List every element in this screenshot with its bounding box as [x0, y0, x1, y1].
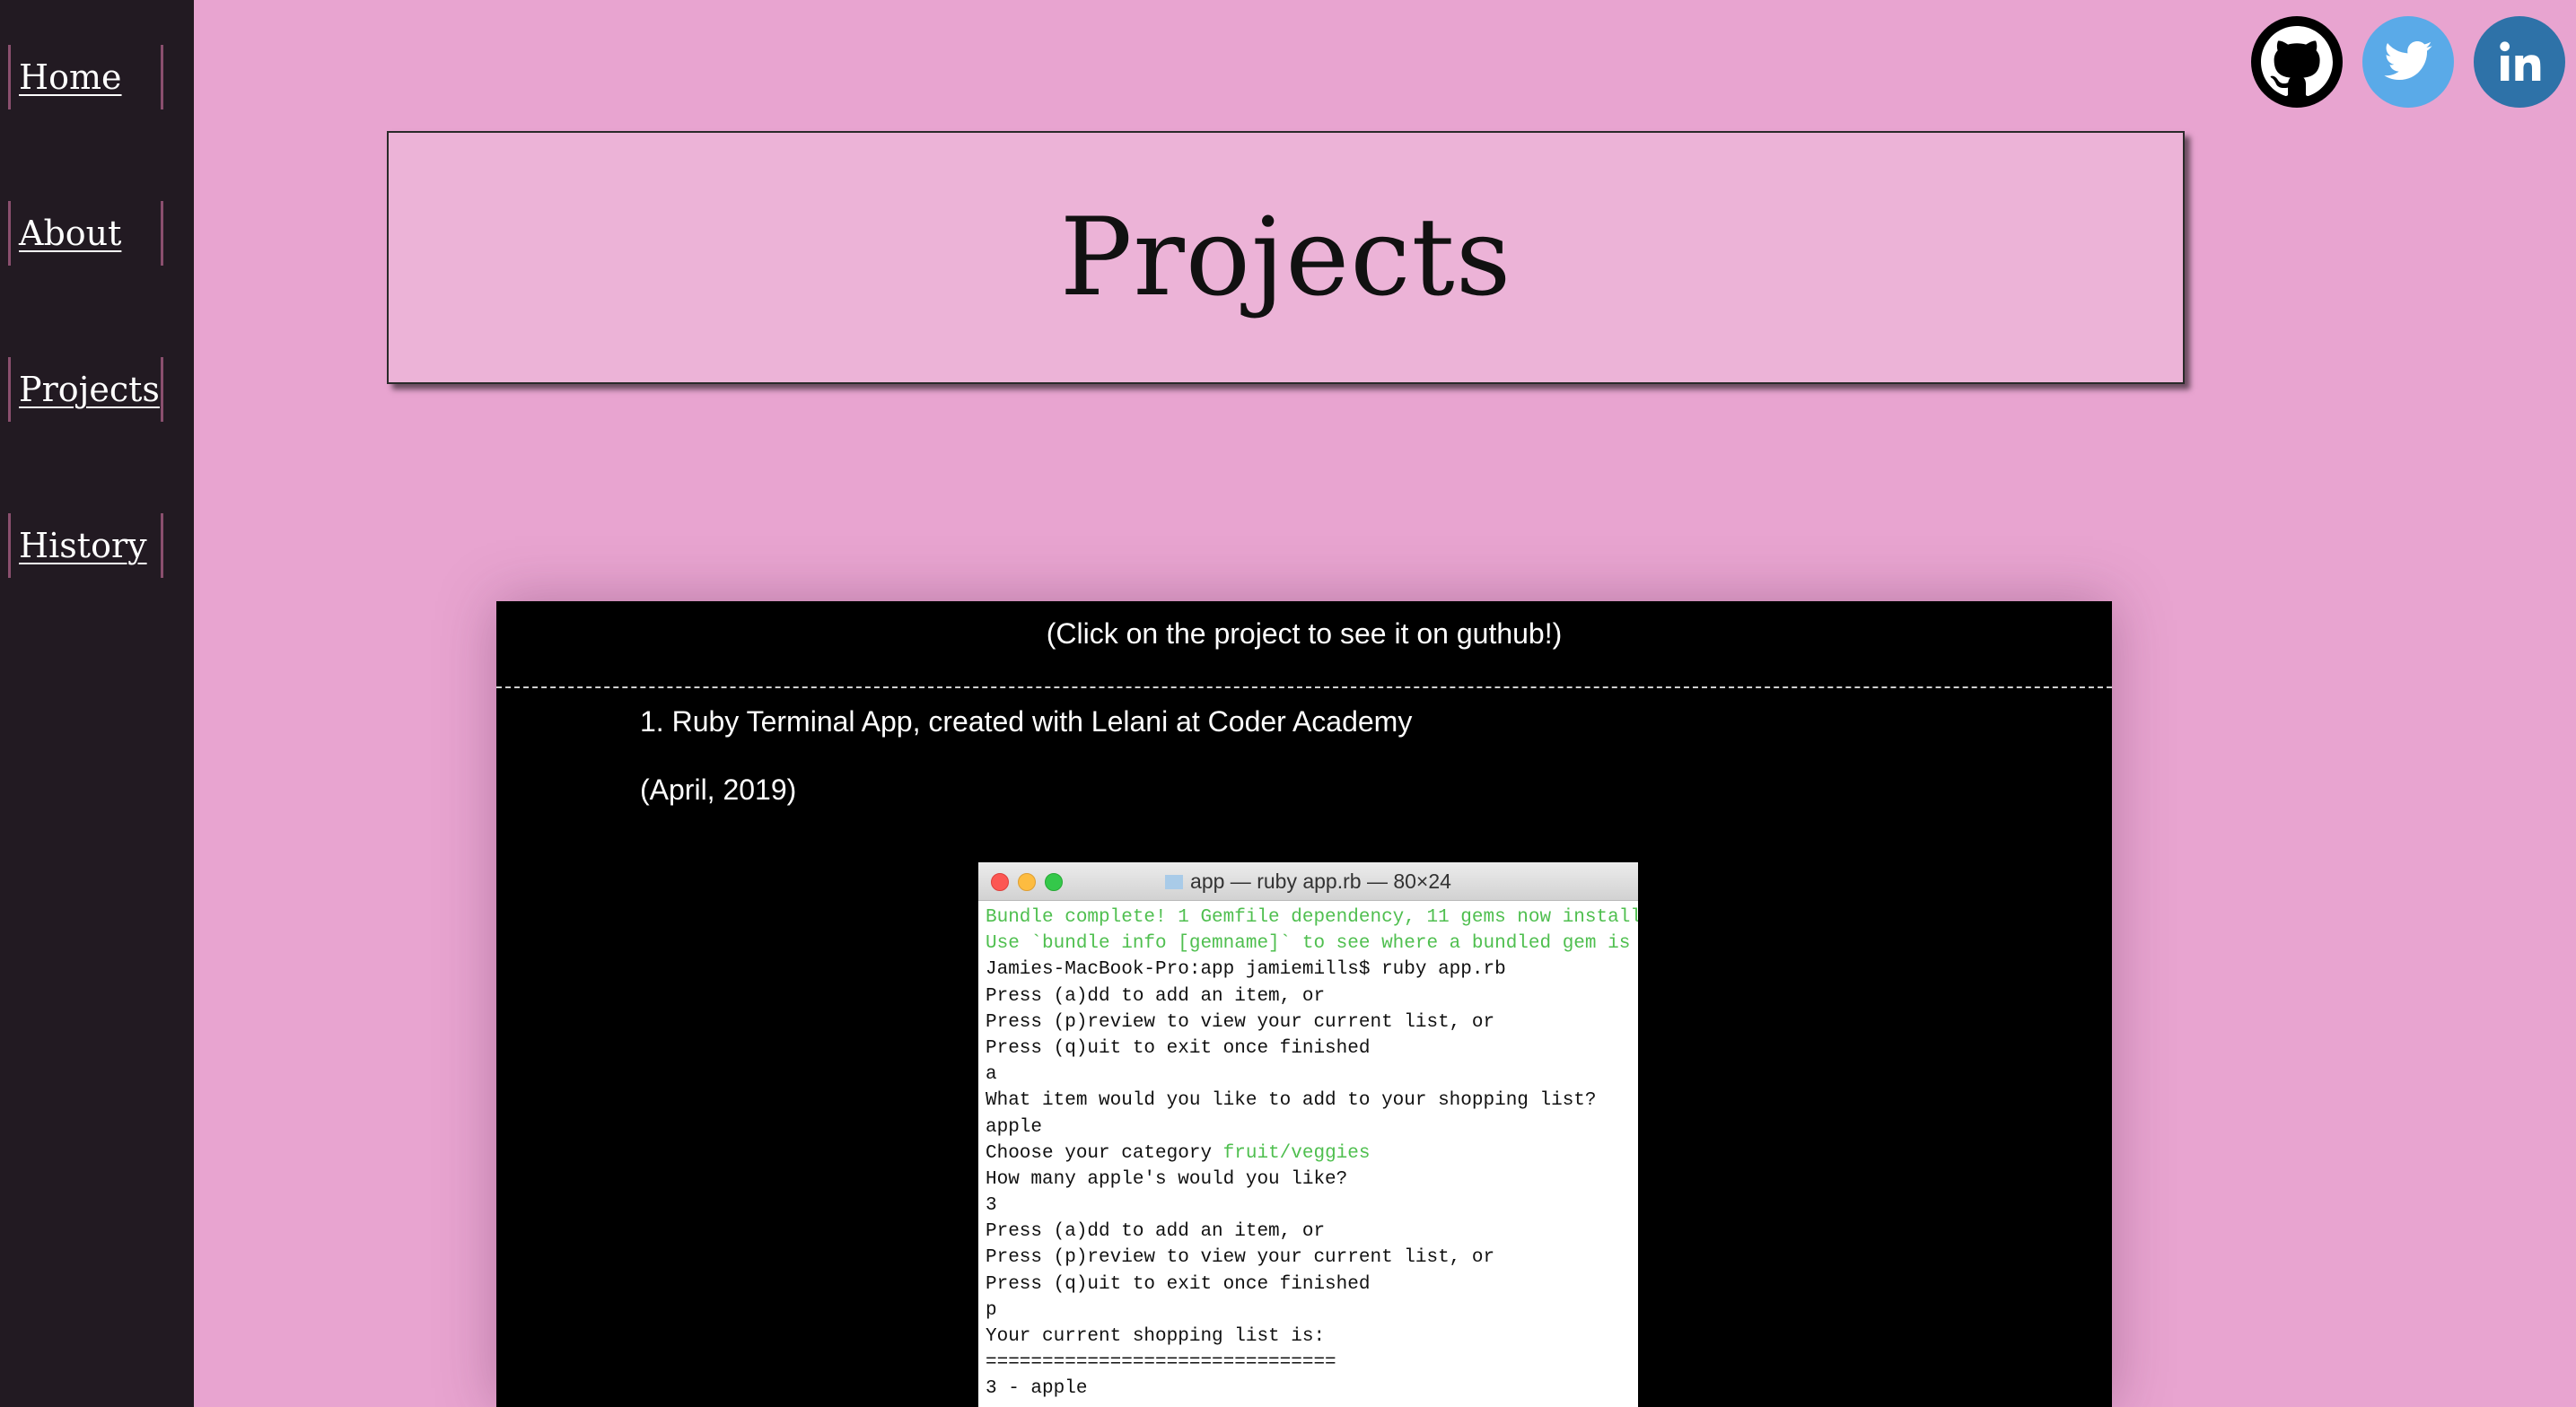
terminal-line-text: Press (a)dd to add an item, or — [986, 985, 1326, 1007]
terminal-line-text: Press (a)dd to add an item, or — [986, 1221, 1326, 1243]
terminal-line-text: =============================== — [986, 1352, 1336, 1374]
terminal-line: Choose your category fruit/veggies — [986, 1140, 1631, 1167]
terminal-line: Use `bundle info [gemname]` to see where… — [986, 931, 1631, 957]
terminal-line: How many apple's would you like? — [986, 1167, 1631, 1193]
terminal-line: 3 - apple — [986, 1376, 1631, 1402]
github-link[interactable] — [2251, 16, 2343, 108]
linkedin-link[interactable] — [2474, 16, 2565, 108]
terminal-line-text: p — [986, 1299, 997, 1321]
terminal-line-text: Your current shopping list is: — [986, 1326, 1326, 1347]
nav-projects[interactable]: Projects — [8, 357, 163, 422]
terminal-line-text: What item would you like to add to your … — [986, 1090, 1597, 1112]
twitter-icon — [2384, 41, 2432, 81]
nav-home[interactable]: Home — [8, 45, 163, 109]
nav-home-label: Home — [19, 57, 122, 97]
github-icon — [2261, 26, 2333, 97]
terminal-line: Your current shopping list is: — [986, 1324, 1631, 1350]
terminal-line: Press (a)dd to add an item, or — [986, 983, 1631, 1009]
terminal-line-text: How many apple's would you like? — [986, 1168, 1348, 1190]
twitter-link[interactable] — [2362, 16, 2454, 108]
terminal-line: Bundle complete! 1 Gemfile dependency, 1… — [986, 904, 1638, 931]
terminal-line-text: a — [986, 1064, 997, 1086]
terminal-titlebar: app — ruby app.rb — 80×24 — [978, 862, 1638, 901]
nav-history[interactable]: History — [8, 513, 163, 578]
terminal-line-text: 3 - apple — [986, 1378, 1088, 1400]
terminal-title-wrap: app — ruby app.rb — 80×24 — [978, 870, 1638, 894]
project-screenshot[interactable]: app — ruby app.rb — 80×24 Bundle complet… — [978, 862, 1638, 1407]
nav-history-label: History — [19, 526, 147, 565]
terminal-line-highlight: fruit/veggies — [1222, 1142, 1371, 1164]
terminal-title: app — ruby app.rb — 80×24 — [1190, 870, 1451, 893]
nav-about-label: About — [19, 214, 122, 253]
terminal-line: Press (p)review to view your current lis… — [986, 1009, 1631, 1036]
terminal-line-text: Bundle complete! 1 Gemfile dependency, 1… — [986, 907, 1638, 928]
terminal-line-text: apple — [986, 1116, 1043, 1138]
terminal-line: Press (a)dd to add an item, or — [986, 1219, 1631, 1245]
terminal-line: Press (q)uit to exit once finished — [986, 1036, 1631, 1062]
panel-divider — [496, 686, 2112, 688]
terminal-line: apple — [986, 1114, 1631, 1140]
terminal-line: p — [986, 1298, 1631, 1324]
terminal-line-text: Press (p)review to view your current lis… — [986, 1247, 1495, 1269]
project-title[interactable]: 1. Ruby Terminal App, created with Lelan… — [640, 705, 1412, 738]
panel-hint: (Click on the project to see it on guthu… — [1046, 617, 1563, 650]
page-header: Projects — [387, 131, 2185, 384]
sidebar: Home About Projects History — [0, 0, 194, 1407]
nav-about[interactable]: About — [8, 201, 163, 266]
terminal-line: Press (p)review to view your current lis… — [986, 1245, 1631, 1271]
terminal-line: a — [986, 1062, 1631, 1088]
terminal-line-text: Press (q)uit to exit once finished — [986, 1037, 1371, 1059]
project-date: (April, 2019) — [640, 773, 797, 806]
terminal-output: Bundle complete! 1 Gemfile dependency, 1… — [978, 901, 1638, 1406]
terminal-line-text: Press (p)review to view your current lis… — [986, 1011, 1495, 1033]
terminal-line-text: 3 — [986, 1195, 997, 1217]
terminal-line: 3 — [986, 1193, 1631, 1219]
terminal-line-text: Press (q)uit to exit once finished — [986, 1273, 1371, 1295]
nav-projects-label: Projects — [19, 370, 160, 409]
terminal-line: Jamies-MacBook-Pro:app jamiemills$ ruby … — [986, 957, 1631, 983]
terminal-line: What item would you like to add to your … — [986, 1088, 1631, 1114]
folder-icon — [1165, 875, 1184, 889]
terminal-line-text: Choose your category — [986, 1142, 1223, 1164]
page-title: Projects — [1059, 195, 1512, 320]
terminal-line-text: Use `bundle info [gemname]` to see where… — [986, 933, 1631, 955]
projects-panel: (Click on the project to see it on guthu… — [496, 601, 2112, 1407]
terminal-line-text: Jamies-MacBook-Pro:app jamiemills$ ruby … — [986, 959, 1506, 981]
terminal-line: =============================== — [986, 1350, 1631, 1376]
linkedin-icon — [2500, 41, 2541, 81]
terminal-line: Press (q)uit to exit once finished — [986, 1272, 1631, 1298]
